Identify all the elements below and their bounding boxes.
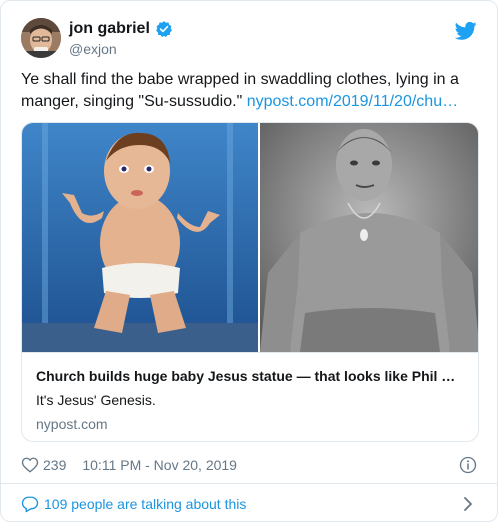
like-count[interactable]: 239 <box>43 457 66 473</box>
tweet-text: Ye shall find the babe wrapped in swaddl… <box>21 69 479 113</box>
link-preview-description: It's Jesus' Genesis. <box>36 392 156 408</box>
author-display-name[interactable]: jon gabriel <box>69 19 150 39</box>
baby-statue-image <box>22 123 258 352</box>
author-info: jon gabriel @exjon <box>69 19 173 58</box>
tweet-meta: 239 10:11 PM - Nov 20, 2019 <box>21 453 477 477</box>
info-icon[interactable] <box>459 456 477 474</box>
link-preview-card[interactable]: Church builds huge baby Jesus statue — t… <box>21 122 479 442</box>
link-preview-images <box>22 123 478 352</box>
verified-badge-icon <box>155 20 173 38</box>
avatar[interactable] <box>21 18 61 58</box>
tweet-card: jon gabriel @exjon Ye shall find the bab… <box>0 0 498 522</box>
twitter-bird-icon[interactable] <box>454 21 477 41</box>
conversation-footer[interactable]: 109 people are talking about this <box>21 491 477 517</box>
link-preview-domain: nypost.com <box>36 416 108 432</box>
tweet-link[interactable]: nypost.com/2019/11/20/chu… <box>247 93 458 110</box>
tweet-header: jon gabriel @exjon <box>21 15 477 61</box>
tweet-timestamp[interactable]: 10:11 PM - Nov 20, 2019 <box>82 457 237 473</box>
divider <box>1 483 497 484</box>
chevron-right-icon <box>463 497 473 511</box>
link-preview-info: Church builds huge baby Jesus statue — t… <box>22 352 478 441</box>
phil-collins-image <box>260 123 478 352</box>
link-preview-title: Church builds huge baby Jesus statue — t… <box>36 368 456 384</box>
author-handle[interactable]: @exjon <box>69 40 173 58</box>
heart-icon[interactable] <box>21 456 39 474</box>
conversation-text[interactable]: 109 people are talking about this <box>44 496 246 512</box>
reply-bubble-icon <box>21 495 39 513</box>
